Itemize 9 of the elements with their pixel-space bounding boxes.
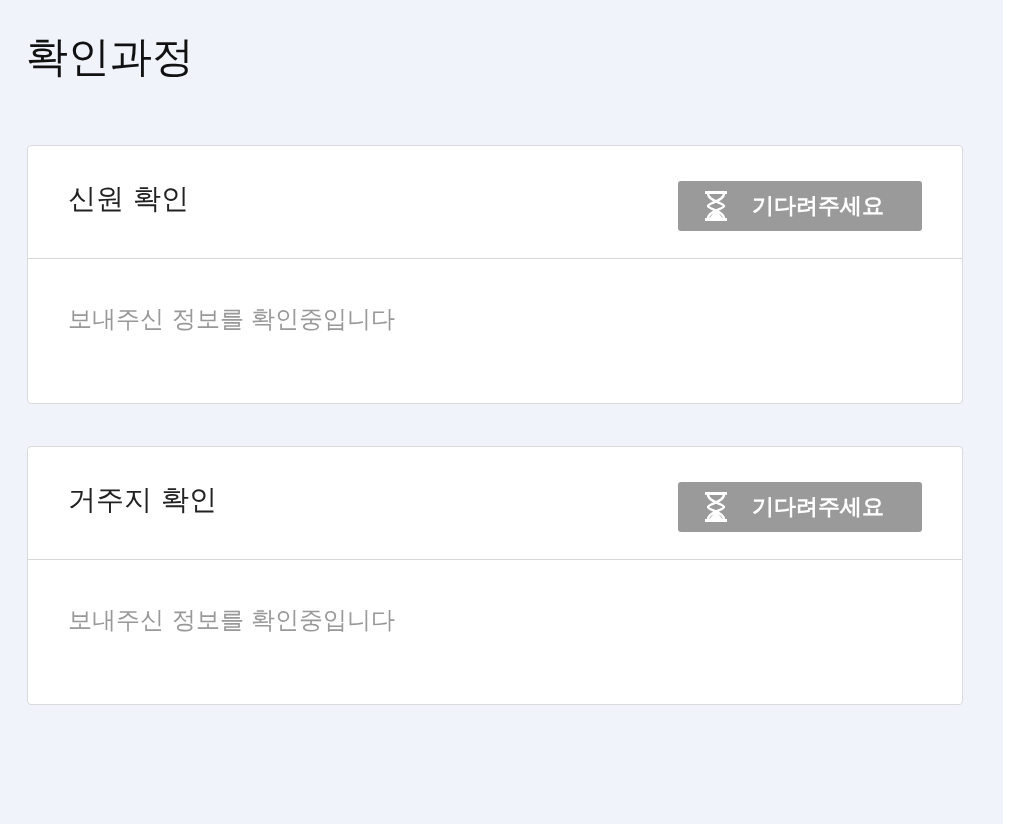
hourglass-icon [704,191,728,221]
step-title: 신원 확인 [68,181,189,217]
step-title: 거주지 확인 [68,482,217,518]
status-message: 보내주신 정보를 확인중입니다 [68,304,396,335]
hourglass-icon [704,492,728,522]
status-message: 보내주신 정보를 확인중입니다 [68,605,396,636]
status-badge: 기다려주세요 [678,482,922,532]
status-badge: 기다려주세요 [678,181,922,231]
page-title: 확인과정 [26,31,194,83]
